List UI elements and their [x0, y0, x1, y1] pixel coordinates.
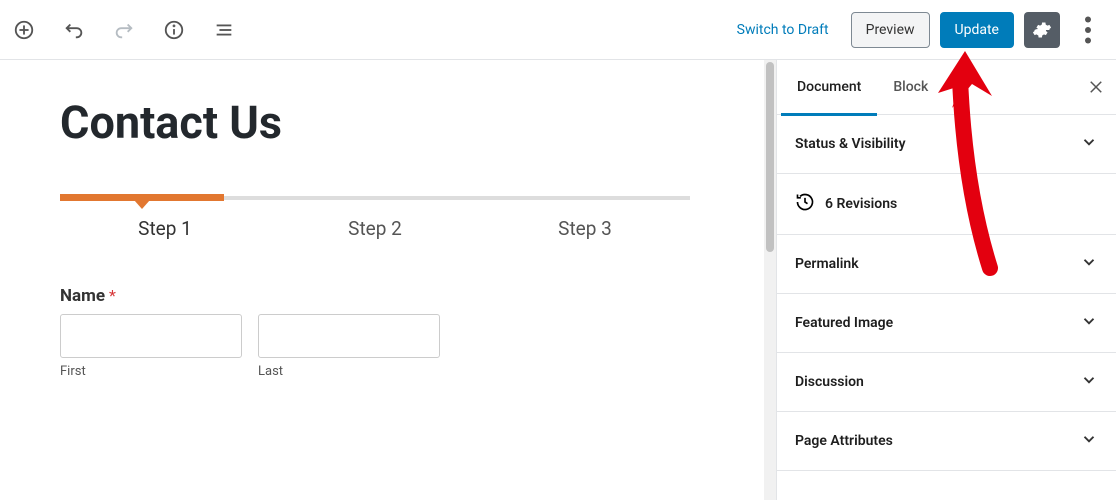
panel-discussion[interactable]: Discussion	[777, 353, 1116, 412]
tab-block[interactable]: Block	[877, 60, 944, 115]
update-button[interactable]: Update	[940, 12, 1014, 48]
chevron-down-icon	[1080, 430, 1098, 452]
preview-button[interactable]: Preview	[851, 12, 930, 48]
gear-icon	[1032, 20, 1052, 40]
first-name-input[interactable]	[60, 314, 242, 358]
outline-button[interactable]	[212, 18, 236, 42]
chevron-down-icon	[1080, 133, 1098, 155]
close-icon	[1087, 78, 1105, 96]
toolbar-left	[12, 18, 236, 42]
name-field: Name * First Last	[60, 286, 690, 379]
name-label: Name	[60, 286, 105, 306]
step-2: Step 2	[270, 217, 480, 240]
panel-revisions[interactable]: 6 Revisions	[777, 174, 1116, 235]
scroll-thumb[interactable]	[766, 62, 774, 252]
first-sublabel: First	[60, 364, 242, 379]
panel-featured-image[interactable]: Featured Image	[777, 294, 1116, 353]
last-sublabel: Last	[258, 364, 440, 379]
switch-to-draft-link[interactable]: Switch to Draft	[725, 16, 841, 44]
form-steps: Step 1 Step 2 Step 3	[60, 217, 690, 240]
workspace: Contact Us Step 1 Step 2 Step 3 Name * F…	[0, 60, 1116, 500]
settings-sidebar: Document Block Status & Visibility 6 Rev…	[776, 60, 1116, 500]
last-name-input[interactable]	[258, 314, 440, 358]
chevron-down-icon	[1080, 371, 1098, 393]
page-title[interactable]: Contact Us	[60, 96, 690, 149]
toolbar-right: Switch to Draft Preview Update	[725, 12, 1106, 48]
settings-button[interactable]	[1024, 12, 1060, 48]
more-menu-button[interactable]	[1070, 12, 1106, 48]
chevron-down-icon	[1080, 312, 1098, 334]
sidebar-panels: Status & Visibility 6 Revisions Permalin…	[777, 115, 1116, 500]
close-sidebar-button[interactable]	[1076, 60, 1116, 115]
undo-button[interactable]	[62, 18, 86, 42]
sidebar-tabbar: Document Block	[777, 60, 1116, 115]
editor-canvas[interactable]: Contact Us Step 1 Step 2 Step 3 Name * F…	[0, 60, 764, 500]
editor-toolbar: Switch to Draft Preview Update	[0, 0, 1116, 60]
chevron-down-icon	[1080, 253, 1098, 275]
panel-page-attributes[interactable]: Page Attributes	[777, 412, 1116, 471]
panel-status-visibility[interactable]: Status & Visibility	[777, 115, 1116, 174]
editor-scrollbar[interactable]	[764, 60, 776, 500]
add-block-button[interactable]	[12, 18, 36, 42]
tab-document[interactable]: Document	[781, 60, 877, 115]
panel-permalink[interactable]: Permalink	[777, 235, 1116, 294]
info-button[interactable]	[162, 18, 186, 42]
step-1: Step 1	[60, 217, 270, 240]
redo-button[interactable]	[112, 18, 136, 42]
step-3: Step 3	[480, 217, 690, 240]
form-progress	[60, 191, 690, 205]
kebab-icon	[1070, 12, 1106, 48]
history-icon	[795, 192, 815, 216]
required-mark: *	[109, 286, 116, 305]
